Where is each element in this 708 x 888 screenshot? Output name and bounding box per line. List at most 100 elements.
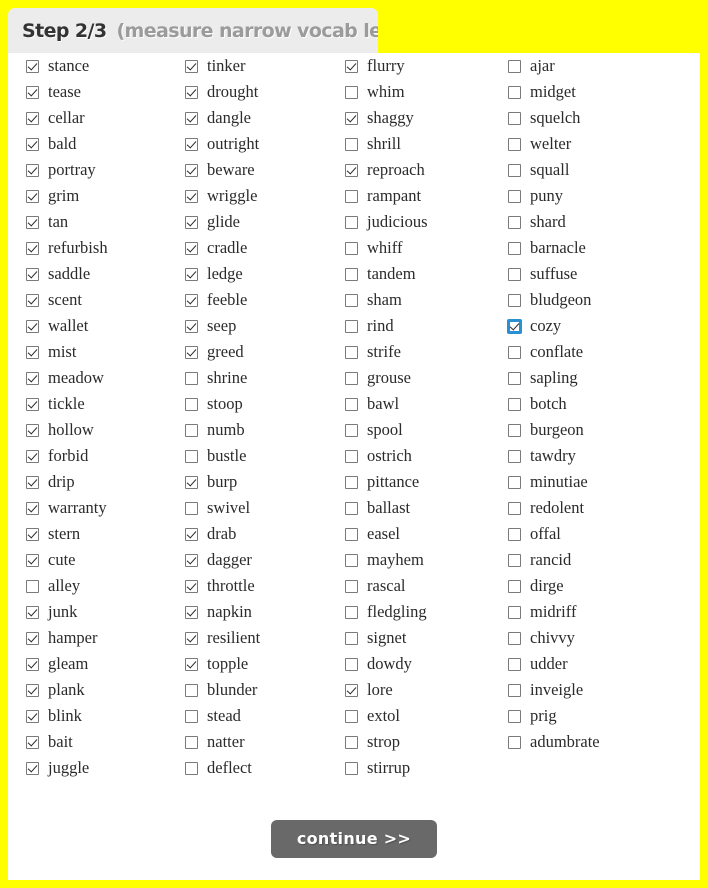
checkbox-checked-icon[interactable] (26, 423, 39, 437)
word-row[interactable]: grouse (345, 365, 498, 391)
checkbox-unchecked-icon[interactable] (508, 631, 521, 645)
checkbox-checked-icon[interactable] (26, 709, 39, 723)
checkbox-checked-icon[interactable] (26, 397, 39, 411)
word-row[interactable]: junk (26, 599, 175, 625)
checkbox-checked-icon[interactable] (26, 59, 39, 73)
checkbox-unchecked-icon[interactable] (508, 163, 521, 177)
checkbox-unchecked-icon[interactable] (508, 267, 521, 281)
word-row[interactable]: lore (345, 677, 498, 703)
checkbox-checked-icon[interactable] (185, 579, 198, 593)
checkbox-unchecked-icon[interactable] (508, 85, 521, 99)
checkbox-unchecked-icon[interactable] (508, 345, 521, 359)
word-row[interactable]: sham (345, 287, 498, 313)
checkbox-unchecked-icon[interactable] (185, 761, 198, 775)
word-row[interactable]: tawdry (508, 443, 700, 469)
word-row[interactable]: gleam (26, 651, 175, 677)
word-row[interactable]: adumbrate (508, 729, 700, 755)
checkbox-checked-icon[interactable] (26, 137, 39, 151)
word-row[interactable]: strife (345, 339, 498, 365)
word-row[interactable]: rancid (508, 547, 700, 573)
word-row[interactable]: deflect (185, 755, 339, 781)
word-row[interactable]: bawl (345, 391, 498, 417)
word-row[interactable]: shrill (345, 131, 498, 157)
word-row[interactable]: meadow (26, 365, 175, 391)
word-row[interactable]: stead (185, 703, 339, 729)
word-row[interactable]: ostrich (345, 443, 498, 469)
checkbox-unchecked-icon[interactable] (508, 241, 521, 255)
checkbox-unchecked-icon[interactable] (345, 319, 358, 333)
word-row[interactable]: whiff (345, 235, 498, 261)
checkbox-checked-icon[interactable] (508, 319, 521, 333)
word-row[interactable]: ballast (345, 495, 498, 521)
word-row[interactable]: feeble (185, 287, 339, 313)
checkbox-checked-icon[interactable] (345, 683, 358, 697)
word-row[interactable]: drought (185, 79, 339, 105)
checkbox-checked-icon[interactable] (185, 241, 198, 255)
word-row[interactable]: sapling (508, 365, 700, 391)
word-row[interactable]: dangle (185, 105, 339, 131)
word-row[interactable]: numb (185, 417, 339, 443)
word-row[interactable]: dagger (185, 547, 339, 573)
checkbox-unchecked-icon[interactable] (185, 683, 198, 697)
checkbox-unchecked-icon[interactable] (508, 657, 521, 671)
checkbox-checked-icon[interactable] (185, 59, 198, 73)
word-row[interactable]: seep (185, 313, 339, 339)
word-row[interactable]: pittance (345, 469, 498, 495)
word-row[interactable]: strop (345, 729, 498, 755)
word-row[interactable]: bait (26, 729, 175, 755)
word-row[interactable]: cradle (185, 235, 339, 261)
word-row[interactable]: chivvy (508, 625, 700, 651)
checkbox-unchecked-icon[interactable] (185, 735, 198, 749)
checkbox-unchecked-icon[interactable] (508, 397, 521, 411)
word-row[interactable]: prig (508, 703, 700, 729)
checkbox-checked-icon[interactable] (185, 475, 198, 489)
word-row[interactable]: saddle (26, 261, 175, 287)
word-row[interactable]: conflate (508, 339, 700, 365)
word-row[interactable]: welter (508, 131, 700, 157)
word-row[interactable]: plank (26, 677, 175, 703)
checkbox-checked-icon[interactable] (26, 163, 39, 177)
word-row[interactable]: offal (508, 521, 700, 547)
checkbox-unchecked-icon[interactable] (508, 735, 521, 749)
word-row[interactable]: forbid (26, 443, 175, 469)
checkbox-unchecked-icon[interactable] (345, 293, 358, 307)
checkbox-unchecked-icon[interactable] (185, 501, 198, 515)
word-row[interactable]: stern (26, 521, 175, 547)
word-row[interactable]: blink (26, 703, 175, 729)
checkbox-unchecked-icon[interactable] (345, 215, 358, 229)
word-row[interactable]: redolent (508, 495, 700, 521)
checkbox-checked-icon[interactable] (185, 527, 198, 541)
checkbox-unchecked-icon[interactable] (508, 605, 521, 619)
word-row[interactable]: udder (508, 651, 700, 677)
checkbox-unchecked-icon[interactable] (508, 683, 521, 697)
checkbox-unchecked-icon[interactable] (185, 449, 198, 463)
word-row[interactable]: dirge (508, 573, 700, 599)
checkbox-checked-icon[interactable] (26, 631, 39, 645)
word-row[interactable]: mist (26, 339, 175, 365)
word-row[interactable]: cellar (26, 105, 175, 131)
word-row[interactable]: barnacle (508, 235, 700, 261)
word-row[interactable]: flurry (345, 53, 498, 79)
word-row[interactable]: burgeon (508, 417, 700, 443)
word-row[interactable]: bludgeon (508, 287, 700, 313)
word-row[interactable]: midriff (508, 599, 700, 625)
continue-button[interactable]: continue >> (270, 820, 438, 858)
word-row[interactable]: scent (26, 287, 175, 313)
word-row[interactable]: topple (185, 651, 339, 677)
checkbox-unchecked-icon[interactable] (345, 449, 358, 463)
checkbox-checked-icon[interactable] (185, 657, 198, 671)
checkbox-unchecked-icon[interactable] (345, 501, 358, 515)
word-row[interactable]: squelch (508, 105, 700, 131)
checkbox-checked-icon[interactable] (26, 111, 39, 125)
checkbox-checked-icon[interactable] (185, 163, 198, 177)
word-row[interactable]: rampant (345, 183, 498, 209)
word-row[interactable]: midget (508, 79, 700, 105)
checkbox-unchecked-icon[interactable] (345, 267, 358, 281)
checkbox-unchecked-icon[interactable] (508, 423, 521, 437)
word-row[interactable]: glide (185, 209, 339, 235)
word-row[interactable]: dowdy (345, 651, 498, 677)
word-row[interactable]: tickle (26, 391, 175, 417)
word-row[interactable]: shaggy (345, 105, 498, 131)
checkbox-unchecked-icon[interactable] (345, 527, 358, 541)
checkbox-checked-icon[interactable] (26, 215, 39, 229)
